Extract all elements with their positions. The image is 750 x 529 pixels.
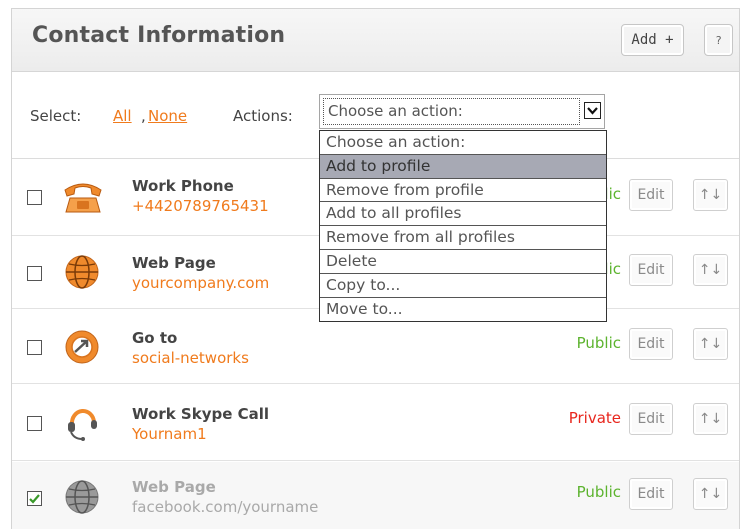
dropdown-option-add-to-all-profiles[interactable]: Add to all profiles	[320, 202, 606, 227]
row-checkbox[interactable]	[27, 266, 42, 281]
select-separator: ,	[141, 107, 146, 125]
add-button[interactable]: Add +	[621, 24, 684, 56]
row-title: Go to	[132, 329, 178, 347]
edit-button[interactable]: Edit	[629, 328, 673, 360]
actions-select[interactable]: Choose an action:	[319, 94, 605, 129]
reorder-button[interactable]: ↑↓	[693, 254, 728, 286]
visibility-status[interactable]: Private	[547, 409, 621, 427]
edit-button[interactable]: Edit	[629, 478, 673, 510]
panel-title: Contact Information	[32, 23, 286, 48]
select-label: Select:	[30, 107, 82, 125]
actions-dropdown-menu: Choose an action: Add to profile Remove …	[319, 130, 607, 322]
edit-button[interactable]: Edit	[629, 403, 673, 435]
globe-icon	[62, 252, 102, 292]
row-checkbox[interactable]	[27, 340, 42, 355]
row-value[interactable]: social-networks	[132, 349, 249, 367]
reorder-button[interactable]: ↑↓	[693, 478, 728, 510]
chevron-down-icon[interactable]	[584, 102, 601, 119]
row-checkbox[interactable]	[27, 416, 42, 431]
phone-icon	[62, 176, 102, 216]
actions-label: Actions:	[233, 107, 293, 125]
dropdown-option-choose[interactable]: Choose an action:	[320, 131, 606, 155]
select-none-link[interactable]: None	[148, 107, 187, 125]
row-value[interactable]: Yournam1	[132, 425, 207, 443]
row-checkbox[interactable]	[27, 190, 42, 205]
edit-button[interactable]: Edit	[629, 179, 673, 211]
row-checkbox-checked[interactable]	[27, 491, 42, 506]
panel-header: Contact Information Add + ?	[12, 9, 739, 72]
help-button[interactable]: ?	[704, 24, 733, 56]
row-value[interactable]: yourcompany.com	[132, 274, 269, 292]
dropdown-option-remove-from-all-profiles[interactable]: Remove from all profiles	[320, 226, 606, 250]
visibility-status[interactable]: Public	[552, 483, 621, 501]
headset-icon	[62, 402, 102, 442]
reorder-button[interactable]: ↑↓	[693, 328, 728, 360]
row-value[interactable]: facebook.com/yourname	[132, 498, 318, 516]
row-value[interactable]: +4420789765431	[132, 197, 269, 215]
arrow-circle-icon	[62, 327, 102, 367]
reorder-button[interactable]: ↑↓	[693, 179, 728, 211]
dropdown-option-add-to-profile[interactable]: Add to profile	[320, 154, 606, 179]
row-title: Work Skype Call	[132, 405, 270, 423]
actions-select-value: Choose an action:	[323, 98, 580, 125]
contact-information-panel: Contact Information Add + ? Select: All …	[11, 8, 740, 529]
contact-row: Work Skype Call Yournam1 Private Edit ↑↓	[12, 385, 739, 461]
globe-gray-icon	[62, 477, 102, 517]
dropdown-option-remove-from-profile[interactable]: Remove from profile	[320, 179, 606, 203]
reorder-button[interactable]: ↑↓	[693, 403, 728, 435]
row-title: Web Page	[132, 478, 216, 496]
dropdown-option-copy-to[interactable]: Copy to...	[320, 274, 606, 298]
select-all-link[interactable]: All	[113, 107, 132, 125]
contact-row: Web Page facebook.com/yourname Public Ed…	[12, 462, 739, 529]
dropdown-option-delete[interactable]: Delete	[320, 250, 606, 274]
edit-button[interactable]: Edit	[629, 254, 673, 286]
dropdown-option-move-to[interactable]: Move to...	[320, 298, 606, 322]
visibility-status[interactable]: Public	[552, 334, 621, 352]
row-title: Work Phone	[132, 177, 234, 195]
row-title: Web Page	[132, 254, 216, 272]
